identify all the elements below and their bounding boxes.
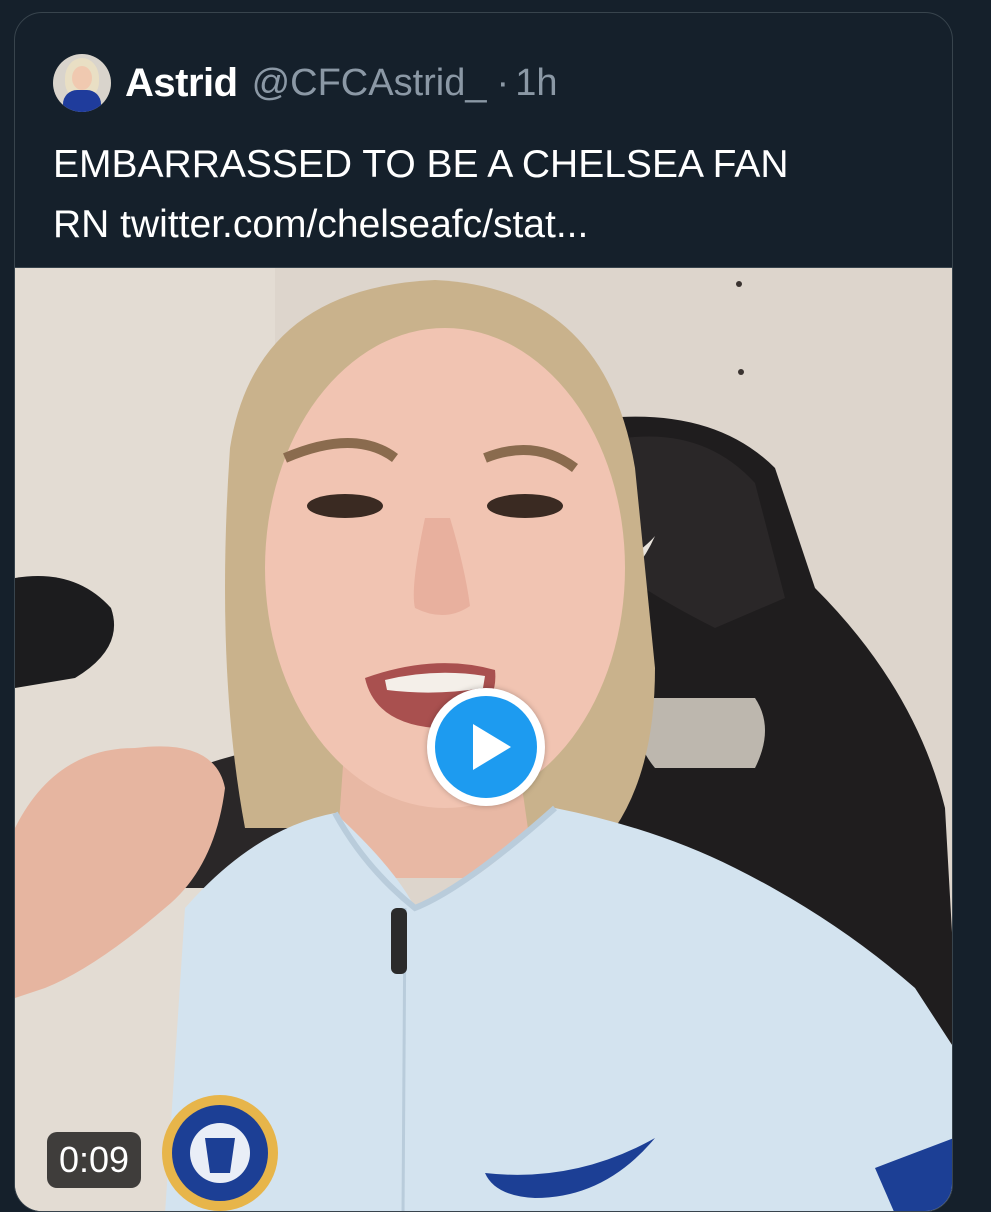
tweet-header: Astrid @CFCAstrid_ · 1h [53, 53, 557, 113]
quoted-tweet-card[interactable]: Astrid @CFCAstrid_ · 1h EMBARRASSED TO B… [14, 12, 953, 1212]
author-handle[interactable]: @CFCAstrid_ [252, 62, 487, 105]
author-name[interactable]: Astrid [125, 61, 238, 106]
video-duration-badge: 0:09 [47, 1132, 142, 1188]
tweet-link[interactable]: twitter.com/chelseafc/stat... [120, 203, 588, 246]
tweet-timestamp[interactable]: 1h [515, 62, 557, 105]
tweet-text-line-2: RN twitter.com/chelseafc/stat... [53, 195, 913, 255]
tweet-text-prefix: RN [53, 203, 121, 246]
play-button-circle [435, 696, 537, 798]
separator-dot: · [496, 61, 510, 104]
avatar[interactable] [53, 54, 111, 112]
tweet-text-line-1: EMBARRASSED TO BE A CHELSEA FAN [53, 143, 789, 186]
play-button[interactable] [427, 688, 545, 806]
play-icon [473, 724, 511, 770]
video-thumbnail[interactable]: 0:09 [15, 267, 952, 1211]
tweet-text: EMBARRASSED TO BE A CHELSEA FAN RN twitt… [53, 135, 913, 255]
